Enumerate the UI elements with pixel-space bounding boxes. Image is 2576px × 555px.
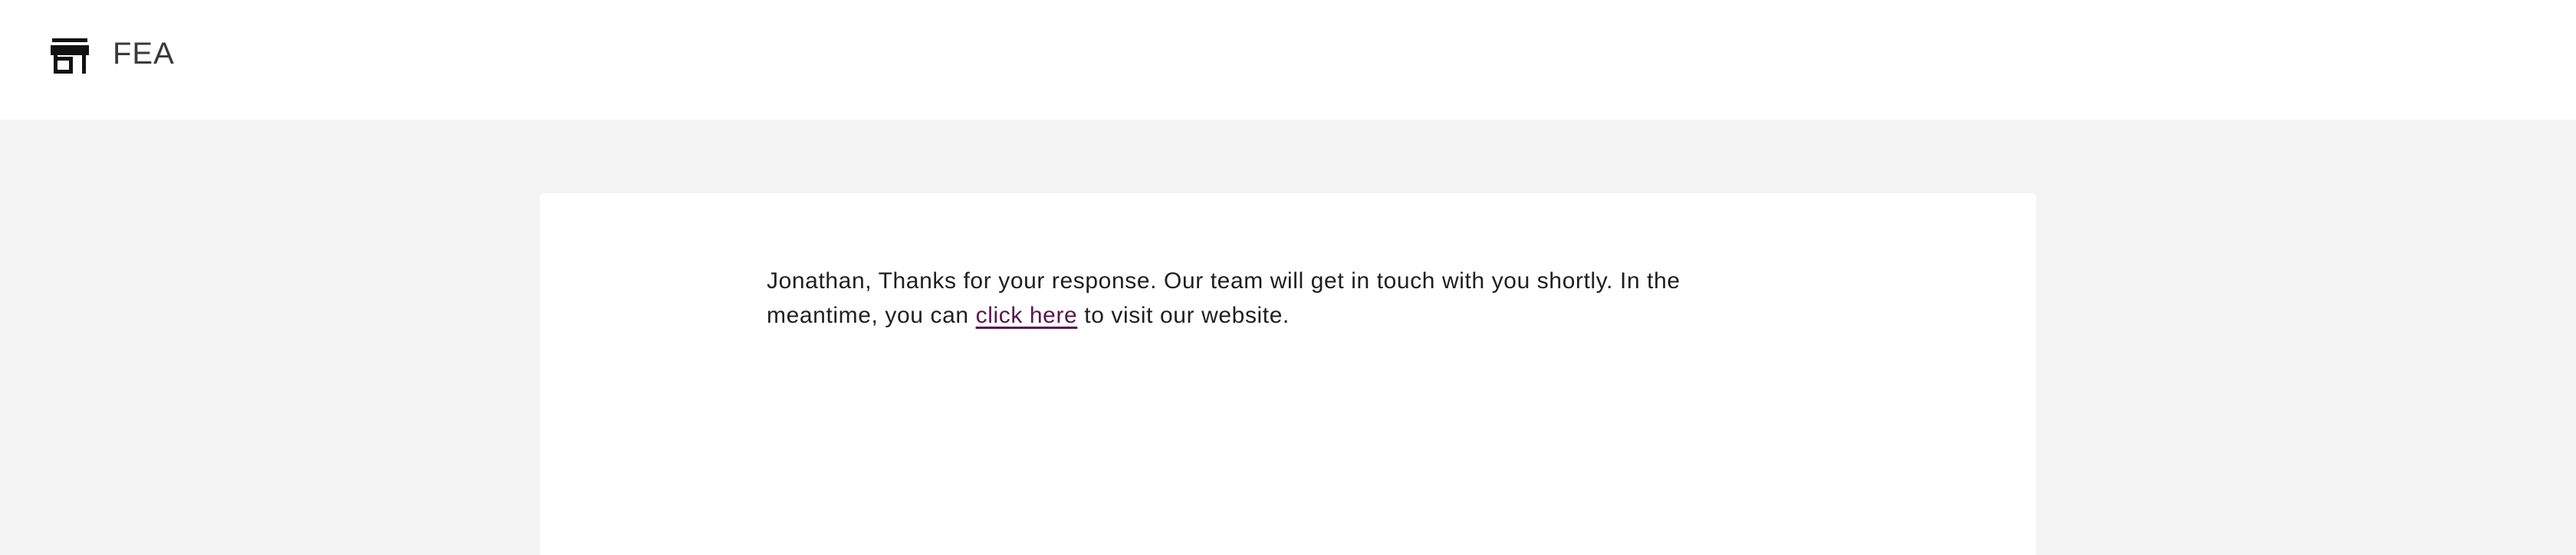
brand-name: FEA [113, 37, 175, 71]
click-here-link[interactable]: click here [976, 303, 1078, 328]
store-icon [51, 38, 89, 74]
message-text-after-link: to visit our website. [1077, 303, 1290, 328]
site-header: FEA [0, 0, 2576, 120]
main-content: Jonathan, Thanks for your response. Our … [0, 120, 2576, 555]
confirmation-card: Jonathan, Thanks for your response. Our … [540, 193, 2036, 555]
confirmation-message: Jonathan, Thanks for your response. Our … [767, 264, 1763, 333]
